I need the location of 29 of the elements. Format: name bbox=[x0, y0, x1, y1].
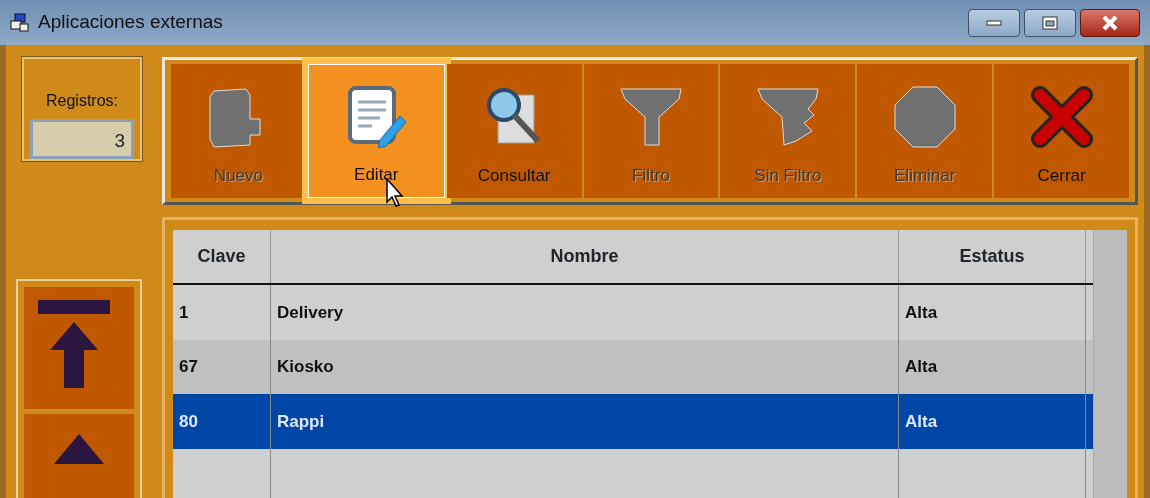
window-title: Aplicaciones externas bbox=[38, 10, 223, 35]
table-row[interactable]: 1 Delivery Alta bbox=[173, 284, 1093, 340]
app-icon bbox=[10, 12, 30, 33]
maximize-button[interactable] bbox=[1024, 8, 1076, 37]
scrollbar[interactable] bbox=[1093, 230, 1127, 498]
toolbar-button[interactable]: Cerrar bbox=[994, 64, 1129, 198]
records-count: 3 bbox=[30, 119, 134, 159]
table-row[interactable]: 80 Rappi Alta bbox=[173, 394, 1093, 450]
close-button[interactable] bbox=[1080, 8, 1140, 37]
mouse-pointer-icon bbox=[386, 178, 406, 208]
column-header[interactable]: Estatus bbox=[899, 230, 1086, 283]
close-icon bbox=[1029, 84, 1094, 149]
column-header[interactable]: Clave bbox=[173, 230, 271, 283]
maximize-icon bbox=[1042, 15, 1058, 30]
octagon-icon bbox=[892, 84, 957, 149]
table-cell: Alta bbox=[899, 394, 1086, 450]
table-cell: Rappi bbox=[271, 394, 899, 450]
minimize-icon bbox=[986, 19, 1002, 26]
records-label: Registros: bbox=[46, 91, 118, 111]
table-cell: Alta bbox=[899, 284, 1086, 340]
minimize-button[interactable] bbox=[968, 8, 1020, 37]
close-icon bbox=[1101, 14, 1119, 31]
column-header[interactable]: Nombre bbox=[271, 230, 899, 283]
toolbar-button[interactable]: Consultar bbox=[446, 64, 582, 198]
first-record-button[interactable] bbox=[24, 287, 134, 409]
table-cell: 80 bbox=[173, 394, 271, 450]
table-cell: 1 bbox=[173, 284, 271, 340]
table-row[interactable]: 67 Kiosko Alta bbox=[173, 339, 1093, 395]
table-cell: Delivery bbox=[271, 284, 899, 340]
